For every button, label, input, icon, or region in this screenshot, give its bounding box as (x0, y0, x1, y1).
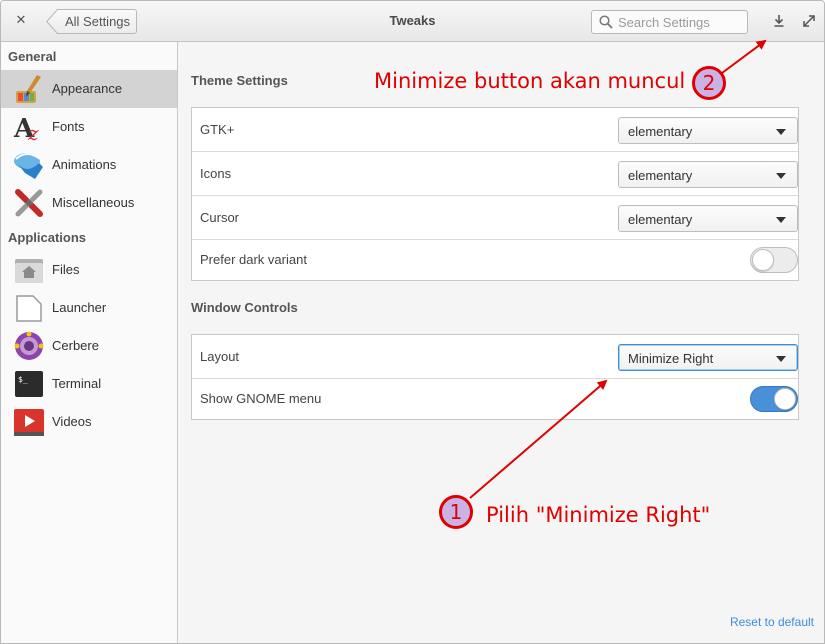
sidebar-item-fonts[interactable]: A z Fonts (1, 108, 177, 146)
icons-label: Icons (200, 166, 232, 181)
videos-icon (14, 409, 44, 436)
gnome-menu-row: Show GNOME menu (192, 379, 798, 419)
layout-row: Layout Minimize Right (192, 335, 798, 379)
gnome-menu-label: Show GNOME menu (200, 391, 322, 406)
svg-text:z: z (27, 121, 39, 143)
icons-theme-row: Icons elementary (192, 152, 798, 196)
dropdown-value: elementary (628, 124, 693, 139)
sidebar-item-miscellaneous[interactable]: Miscellaneous (1, 184, 177, 222)
switch-knob (774, 388, 796, 410)
sidebar-item-label: Animations (52, 157, 117, 172)
icons-theme-dropdown[interactable]: elementary (618, 161, 798, 188)
theme-settings-panel: GTK+ elementary Icons elementary Cursor … (191, 107, 799, 281)
main-content: Theme Settings GTK+ elementary Icons ele… (179, 42, 824, 643)
window-controls-title: Window Controls (191, 300, 298, 315)
dark-variant-label: Prefer dark variant (200, 252, 307, 267)
terminal-icon: $_ (15, 371, 43, 397)
sidebar-item-label: Cerbere (52, 338, 99, 353)
sidebar-item-appearance[interactable]: Appearance (1, 70, 177, 108)
files-icon (15, 259, 43, 283)
gtk-label: GTK+ (200, 122, 235, 137)
sidebar-item-cerbere[interactable]: Cerbere (1, 327, 177, 365)
layout-dropdown[interactable]: Minimize Right (618, 344, 798, 371)
sidebar-item-label: Terminal (52, 376, 102, 391)
dropdown-value: elementary (628, 168, 693, 183)
annotation-badge-2: 2 (692, 66, 726, 100)
maximize-icon[interactable] (802, 14, 816, 28)
search-icon (599, 15, 613, 29)
gnome-menu-switch[interactable] (750, 386, 798, 412)
miscellaneous-icon (15, 189, 43, 217)
dark-variant-switch[interactable] (750, 247, 798, 273)
search-box[interactable] (591, 10, 748, 34)
dropdown-arrow-icon (776, 217, 786, 223)
layout-label: Layout (200, 349, 240, 364)
svg-text:$_: $_ (18, 375, 28, 384)
cerbere-icon (14, 331, 44, 360)
sidebar-item-label: Launcher (52, 300, 107, 315)
sidebar: General Appearance A z Fonts Animations … (1, 42, 178, 643)
sidebar-item-files[interactable]: Files (1, 251, 177, 289)
dark-variant-row: Prefer dark variant (192, 240, 798, 280)
fonts-icon: A z (13, 114, 39, 143)
sidebar-group-general: General (8, 49, 57, 64)
minimize-icon[interactable] (772, 14, 786, 28)
gtk-theme-row: GTK+ elementary (192, 108, 798, 152)
dropdown-arrow-icon (776, 129, 786, 135)
cursor-label: Cursor (200, 210, 240, 225)
sidebar-item-animations[interactable]: Animations (1, 146, 177, 184)
sidebar-item-label: Appearance (52, 81, 123, 96)
dropdown-value: Minimize Right (628, 351, 714, 366)
annotation-badge-1: 1 (439, 495, 473, 529)
animations-icon (14, 153, 43, 179)
dropdown-value: elementary (628, 212, 693, 227)
sidebar-item-videos[interactable]: Videos (1, 403, 177, 441)
appearance-icon (16, 75, 41, 103)
sidebar-item-label: Files (52, 262, 80, 277)
cursor-theme-dropdown[interactable]: elementary (618, 205, 798, 232)
sidebar-group-applications: Applications (8, 230, 87, 245)
sidebar-item-terminal[interactable]: $_ Terminal (1, 365, 177, 403)
search-input[interactable] (618, 13, 743, 31)
gtk-theme-dropdown[interactable]: elementary (618, 117, 798, 144)
dropdown-arrow-icon (776, 173, 786, 179)
annotation-text-1: Pilih "Minimize Right" (486, 503, 711, 527)
cursor-theme-row: Cursor elementary (192, 196, 798, 240)
sidebar-item-label: Fonts (52, 119, 85, 134)
sidebar-item-label: Miscellaneous (52, 195, 135, 210)
sidebar-item-launcher[interactable]: Launcher (1, 289, 177, 327)
header-bar: ✕ All Settings Tweaks (1, 1, 824, 42)
switch-knob (752, 249, 774, 271)
dropdown-arrow-icon (776, 356, 786, 362)
annotation-text-2: Minimize button akan muncul (374, 69, 686, 93)
window-controls-panel: Layout Minimize Right Show GNOME menu (191, 334, 799, 420)
launcher-icon (16, 295, 42, 322)
sidebar-item-label: Videos (52, 414, 92, 429)
reset-to-default-link[interactable]: Reset to default (730, 615, 814, 629)
theme-settings-title: Theme Settings (191, 73, 288, 88)
